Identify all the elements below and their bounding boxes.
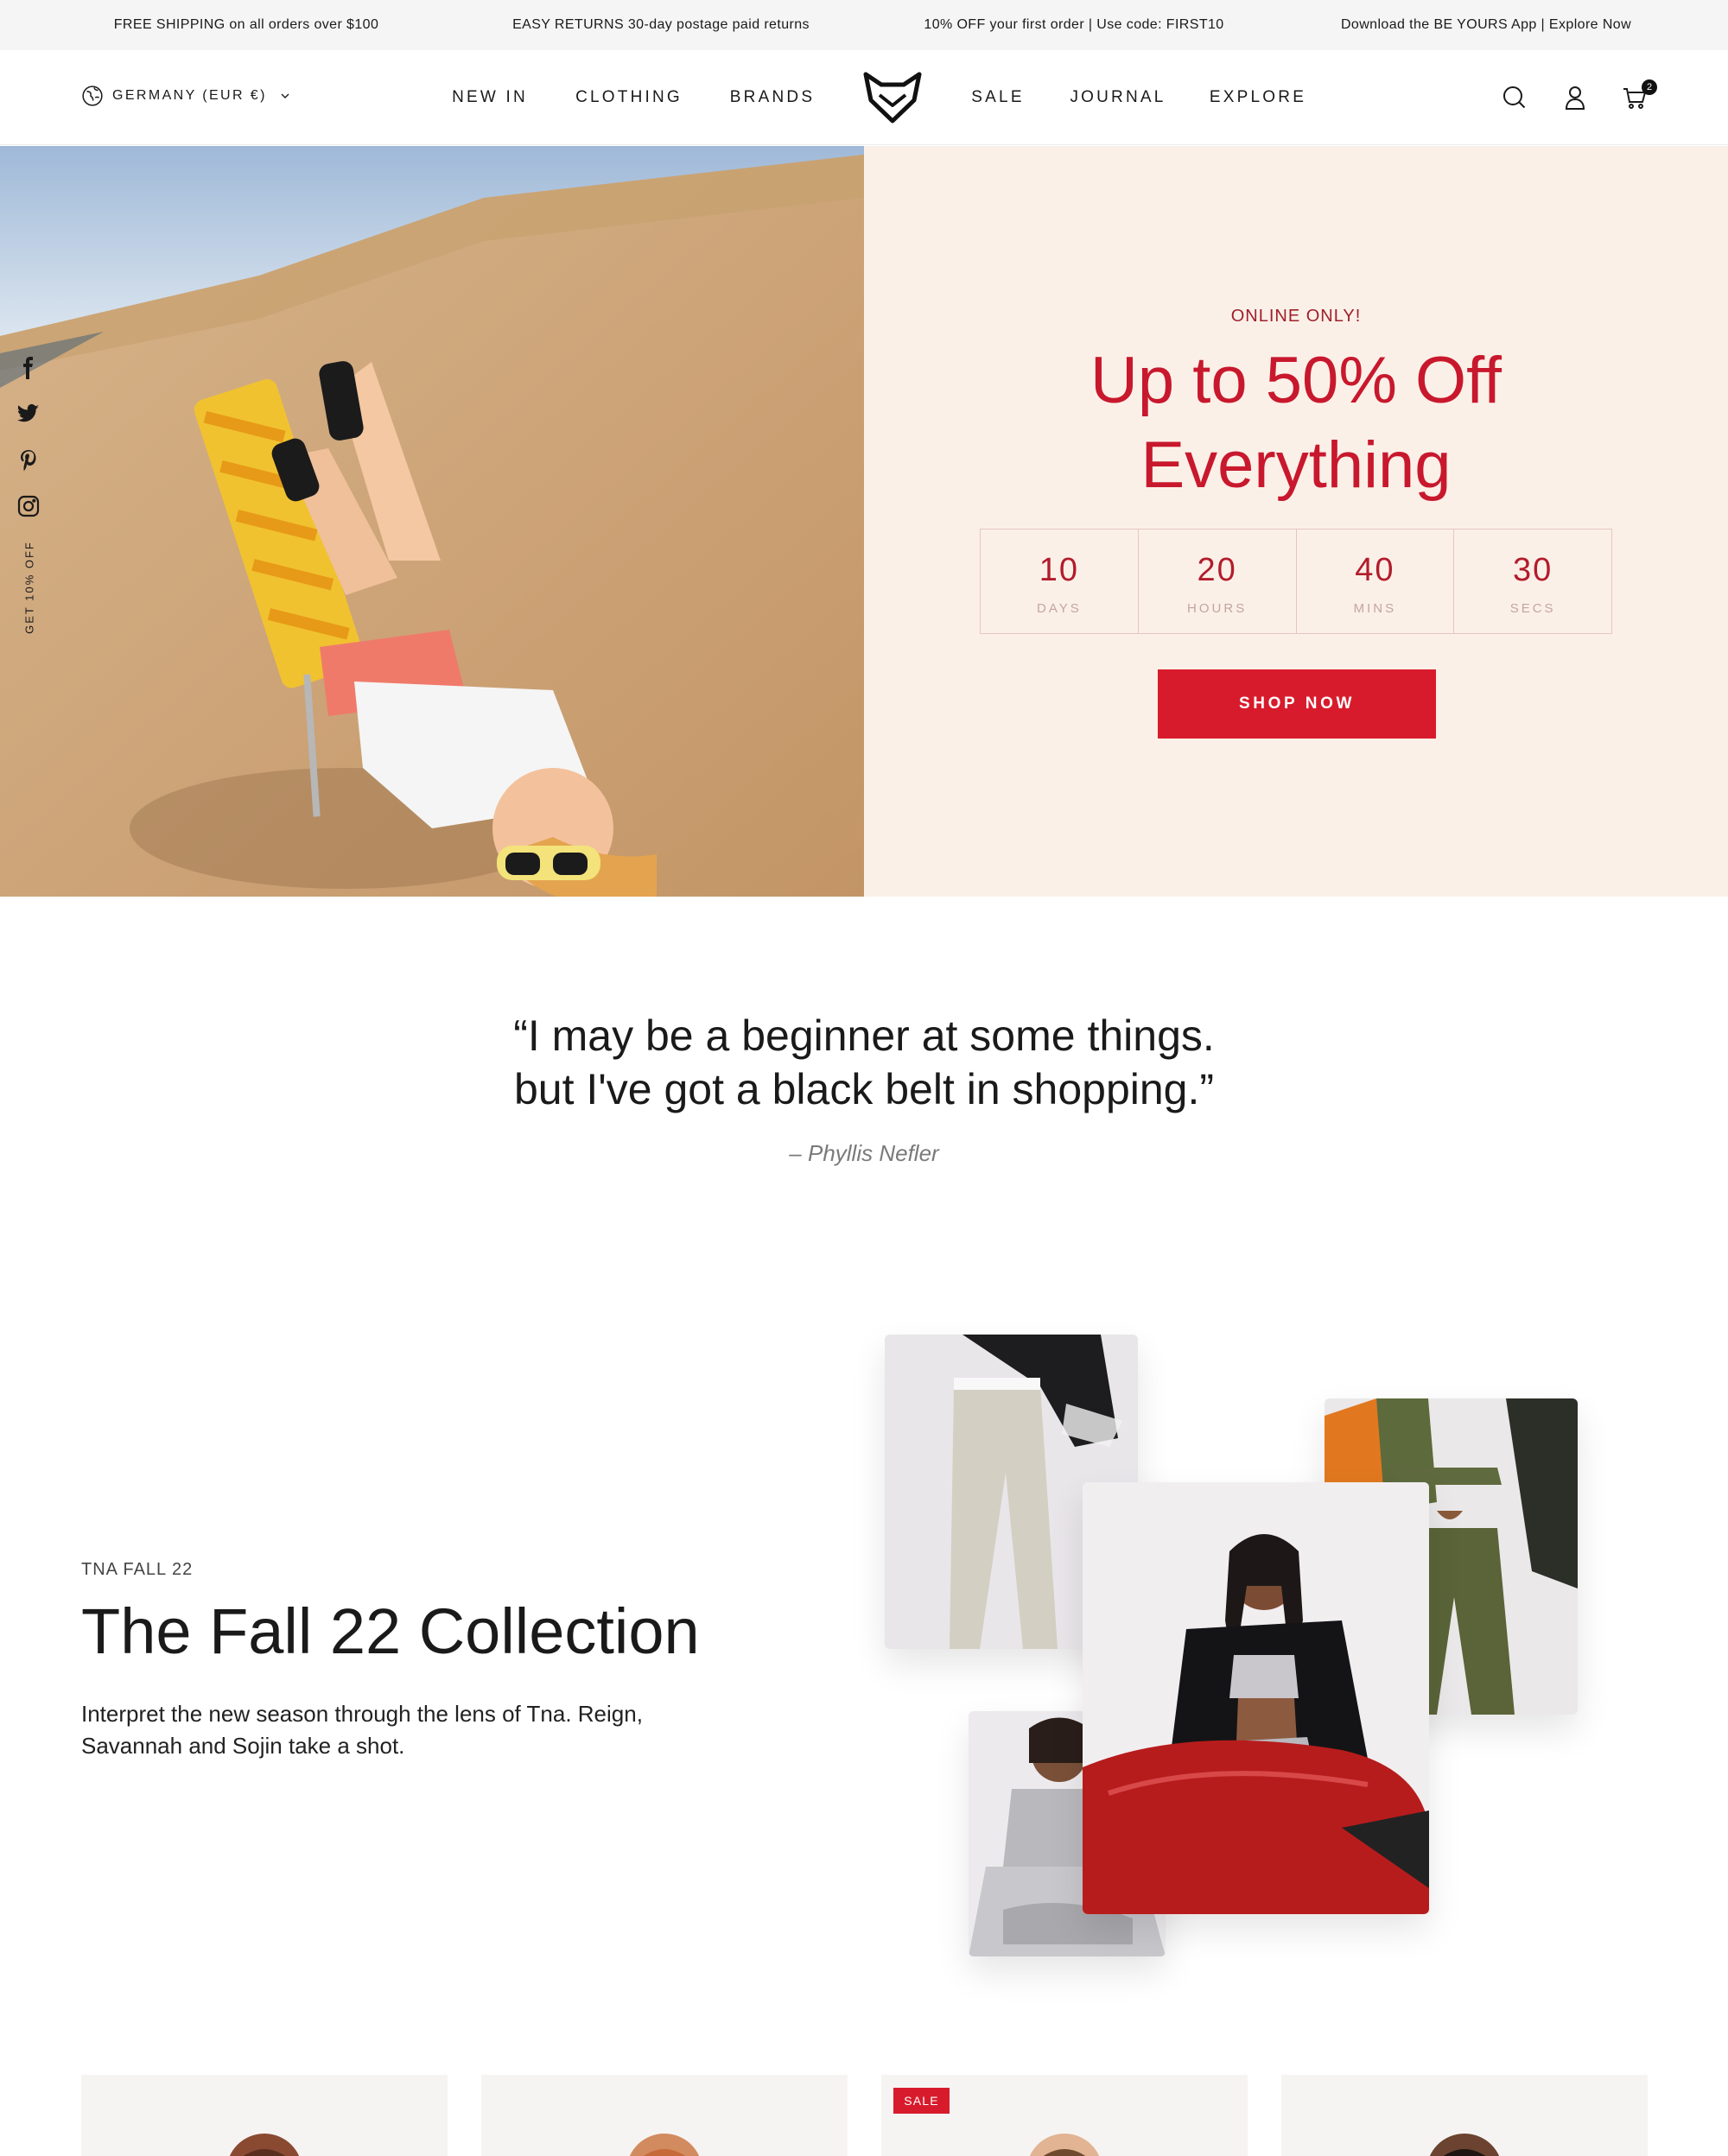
countdown-label: DAYS xyxy=(1037,601,1082,616)
instagram-icon[interactable] xyxy=(17,495,40,517)
nav-explore[interactable]: EXPLORE xyxy=(1210,88,1306,107)
sale-badge: SALE xyxy=(893,2088,950,2114)
countdown-value: 20 xyxy=(1197,552,1237,588)
announcement-discount[interactable]: 10% OFF your first order | Use code: FIR… xyxy=(924,17,1223,33)
hero-photo xyxy=(0,146,864,897)
nav-new-in[interactable]: NEW IN xyxy=(452,88,528,107)
twitter-icon[interactable] xyxy=(17,403,40,425)
testimonial-quote: “I may be a beginner at some things. but… xyxy=(389,1009,1339,1116)
quote-author: – Phyllis Nefler xyxy=(789,1140,939,1166)
site-header: GERMANY (EUR €) NEW IN CLOTHING BRANDS S… xyxy=(0,50,1728,145)
get-discount-tab[interactable]: GET 10% OFF xyxy=(23,541,36,634)
hero-title: Up to 50% Off Everything xyxy=(1090,344,1502,502)
globe-icon xyxy=(82,86,103,106)
countdown-timer: 10 DAYS 20 HOURS 40 MINS 30 SECS xyxy=(980,529,1612,634)
announcement-shipping[interactable]: FREE SHIPPING on all orders over $100 xyxy=(114,17,378,33)
quote-line-2: but I've got a black belt in shopping.” xyxy=(513,1065,1215,1113)
collection-eyebrow: TNA FALL 22 xyxy=(81,1560,194,1579)
countdown-label: SECS xyxy=(1509,601,1556,616)
account-icon[interactable] xyxy=(1562,85,1588,111)
hero-promo-panel xyxy=(864,146,1728,897)
countdown-value: 40 xyxy=(1355,552,1395,588)
announcement-returns[interactable]: EASY RETURNS 30-day postage paid returns xyxy=(512,17,810,33)
product-image xyxy=(629,2134,700,2156)
nav-journal[interactable]: JOURNAL xyxy=(1070,88,1166,107)
collection-photo-main[interactable] xyxy=(1083,1482,1429,1914)
nav-brands[interactable]: BRANDS xyxy=(730,88,815,107)
product-image xyxy=(1429,2134,1500,2156)
announcement-bar: FREE SHIPPING on all orders over $100 EA… xyxy=(0,0,1728,50)
pinterest-icon[interactable] xyxy=(17,449,40,472)
collection-title: The Fall 22 Collection xyxy=(81,1595,700,1667)
facebook-icon[interactable] xyxy=(17,357,40,379)
chevron-down-icon xyxy=(281,93,289,98)
countdown-secs: 30 SECS xyxy=(1454,529,1611,633)
country-label: GERMANY (EUR €) xyxy=(112,88,267,103)
collection-description: Interpret the new season through the len… xyxy=(81,1701,643,1759)
announcement-app[interactable]: Download the BE YOURS App | Explore Now xyxy=(1341,17,1631,33)
countdown-label: MINS xyxy=(1353,601,1397,616)
hero-eyebrow: ONLINE ONLY! xyxy=(1230,307,1362,326)
countdown-days: 10 DAYS xyxy=(981,529,1139,633)
search-icon[interactable] xyxy=(1502,85,1528,111)
product-card-4[interactable] xyxy=(1281,2075,1648,2156)
countdown-value: 10 xyxy=(1039,552,1080,588)
cart-count-badge: 2 xyxy=(1642,79,1657,95)
countdown-hours: 20 HOURS xyxy=(1139,529,1297,633)
nav-clothing[interactable]: CLOTHING xyxy=(575,88,683,107)
quote-line-1: “I may be a beginner at some things. xyxy=(513,1011,1215,1060)
country-selector[interactable]: GERMANY (EUR €) xyxy=(81,85,291,107)
countdown-label: HOURS xyxy=(1187,601,1248,616)
fox-logo-icon[interactable] xyxy=(862,69,923,126)
hero-image[interactable] xyxy=(0,146,864,897)
countdown-value: 30 xyxy=(1512,552,1553,588)
product-image xyxy=(229,2134,300,2156)
nav-sale[interactable]: SALE xyxy=(971,88,1024,107)
product-card-2[interactable] xyxy=(481,2075,848,2156)
countdown-mins: 40 MINS xyxy=(1297,529,1455,633)
product-card-1[interactable] xyxy=(81,2075,448,2156)
photo-image xyxy=(1083,1482,1429,1914)
shop-now-button[interactable]: SHOP NOW xyxy=(1158,669,1436,739)
